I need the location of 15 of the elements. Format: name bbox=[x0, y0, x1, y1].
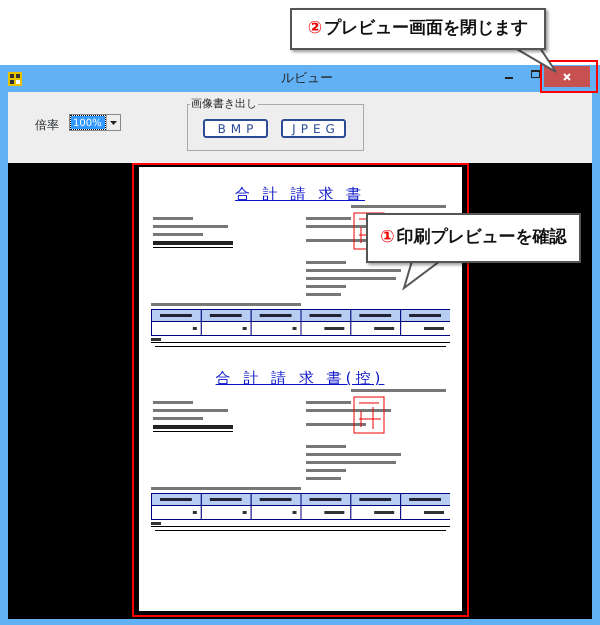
app-icon bbox=[8, 72, 22, 86]
export-button[interactable]: BMP bbox=[203, 119, 268, 138]
document-title: 合 計 請 求 書 bbox=[234, 185, 366, 203]
callout-text: プレビュー画面を閉じます bbox=[324, 17, 528, 40]
document-title: 合 計 請 求 書(控) bbox=[214, 369, 386, 387]
export-button[interactable]: JPEG bbox=[281, 119, 346, 138]
maximize-icon[interactable] bbox=[531, 70, 540, 78]
callout-text: 印刷プレビューを確認 bbox=[396, 226, 567, 250]
step-number: ① bbox=[380, 226, 395, 250]
window-title: ルビュー bbox=[281, 70, 333, 86]
zoom-label: 倍率 bbox=[35, 117, 59, 134]
close-button[interactable] bbox=[544, 66, 590, 87]
dropdown-arrow-icon bbox=[110, 120, 117, 124]
close-icon bbox=[563, 72, 571, 81]
step-number: ② bbox=[308, 17, 322, 40]
